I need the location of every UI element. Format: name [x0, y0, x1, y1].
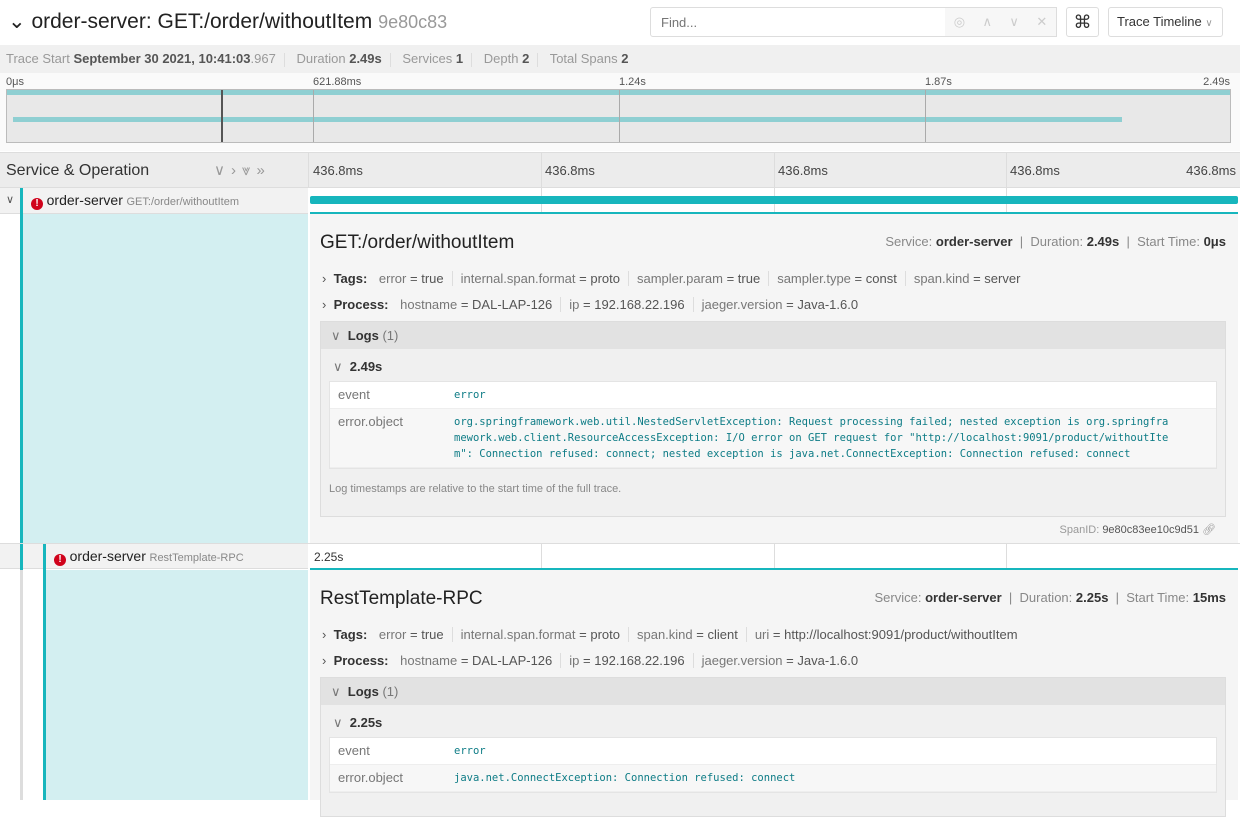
chevron-right-icon[interactable]: ›: [322, 271, 326, 286]
label: Depth: [483, 51, 519, 66]
span-row[interactable]: ∨ ! order-server GET:/order/withoutItem: [0, 188, 1240, 214]
timeline-tick: 436.8ms: [1186, 163, 1236, 178]
span-detail-title: GET:/order/withoutItem: [320, 232, 515, 253]
minimap-tick: 1.87s: [925, 76, 952, 88]
next-result-icon[interactable]: ∨: [1009, 14, 1019, 30]
services: 1: [455, 51, 464, 66]
minimap-canvas[interactable]: [6, 89, 1231, 143]
span-operation: GET:/order/withoutItem: [126, 196, 240, 208]
collapse-all-icon[interactable]: »: [256, 162, 270, 179]
span-meta: Service: order-server | Duration: 2.25s …: [874, 590, 1226, 605]
locate-icon[interactable]: ◎: [954, 14, 965, 30]
timeline-tick: 436.8ms: [313, 163, 363, 178]
minimap-scrubber[interactable]: [221, 90, 223, 142]
span-bar[interactable]: [310, 196, 1238, 204]
log-entry-toggle[interactable]: ∨ 2.25s: [321, 705, 1225, 731]
span-detail: GET:/order/withoutItem Service: order-se…: [310, 212, 1238, 544]
log-entry-toggle[interactable]: ∨ 2.49s: [321, 349, 1225, 375]
span-operation: RestTemplate-RPC: [149, 552, 244, 564]
minimap-tick: 2.49s: [1203, 76, 1230, 88]
minimap-span-bar: [13, 117, 1122, 122]
keyboard-shortcuts-button[interactable]: ⌘: [1066, 7, 1099, 37]
span-bar-label: 2.25s: [314, 550, 344, 564]
depth: 2: [522, 51, 530, 66]
minimap-tick: 621.88ms: [313, 76, 362, 88]
trace-summary: Trace Start September 30 2021, 10:41:03.…: [0, 45, 1240, 73]
trace-title[interactable]: ⌄ order-server: GET:/order/withoutItem 9…: [8, 9, 447, 34]
label: Duration: [296, 51, 346, 66]
span-detail: RestTemplate-RPC Service: order-server |…: [310, 568, 1238, 817]
link-icon[interactable]: 🔗︎: [1202, 524, 1216, 536]
error-icon: !: [31, 198, 43, 210]
timeline-tick: 436.8ms: [1010, 163, 1060, 178]
chevron-right-icon[interactable]: ›: [322, 297, 326, 312]
view-label: Trace Timeline: [1117, 14, 1202, 29]
log-note: Log timestamps are relative to the start…: [329, 483, 622, 495]
logs-section: ∨ Logs (1) ∨ 2.49s event error error.obje…: [320, 321, 1226, 517]
tags-section[interactable]: › Tags: error = true internal.span.format…: [322, 627, 1026, 642]
tags-section[interactable]: › Tags: error = true internal.span.format…: [322, 271, 1028, 286]
process-section[interactable]: › Process: hostname = DAL-LAP-126 ip = 19…: [322, 653, 866, 668]
span-meta: Service: order-server | Duration: 2.49s …: [885, 234, 1226, 249]
chevron-down-icon[interactable]: ∨: [6, 193, 14, 206]
expand-all-icon[interactable]: ⩔: [242, 162, 256, 179]
expand-one-icon[interactable]: ›: [231, 162, 242, 179]
trace-name: order-server: GET:/order/withoutItem: [31, 10, 373, 33]
collapse-one-icon[interactable]: ∨: [214, 162, 231, 179]
chevron-right-icon[interactable]: ›: [322, 627, 326, 642]
duration: 2.49s: [349, 51, 382, 66]
minimap-tick: 0μs: [6, 76, 24, 88]
logs-toggle[interactable]: ∨ Logs (1): [321, 322, 1225, 349]
chevron-right-icon[interactable]: ›: [322, 653, 326, 668]
error-icon: !: [54, 554, 66, 566]
span-service: order-server: [46, 192, 123, 208]
minimap-tick: 1.24s: [619, 76, 646, 88]
timeline-header: Service & Operation ∨›⩔» 436.8ms 436.8ms…: [0, 152, 1240, 189]
prev-result-icon[interactable]: ∧: [982, 14, 992, 30]
column-header: Service & Operation: [6, 162, 150, 179]
chevron-down-icon: ∨: [1205, 18, 1213, 29]
clear-icon[interactable]: ✕: [1036, 14, 1047, 30]
collapse-chevron-icon[interactable]: ⌄: [8, 10, 26, 33]
logs-toggle[interactable]: ∨ Logs (1): [321, 678, 1225, 705]
expand-collapse-controls[interactable]: ∨›⩔»: [214, 161, 271, 179]
log-fields: event error error.object org.springframewo…: [329, 381, 1217, 469]
trace-start: September 30 2021, 10:41:03: [73, 51, 251, 66]
find-controls: ◎ ∧ ∨ ✕: [945, 7, 1057, 37]
find-input[interactable]: [650, 7, 946, 37]
trace-header: ⌄ order-server: GET:/order/withoutItem 9…: [0, 0, 1240, 45]
label: Total Spans: [549, 51, 618, 66]
log-fields: event error error.object java.net.ConnectE…: [329, 737, 1217, 793]
span-service: order-server: [69, 548, 146, 564]
total-spans: 2: [621, 51, 629, 66]
trace-start-ms: .967: [250, 51, 276, 66]
timeline-tick: 436.8ms: [545, 163, 595, 178]
span-id: SpanID: 9e80c83ee10c9d51 🔗︎: [1059, 524, 1217, 536]
logs-section: ∨ Logs (1) ∨ 2.25s event error error.obje…: [320, 677, 1226, 817]
label: Trace Start: [6, 51, 70, 66]
span-row[interactable]: ! order-server RestTemplate-RPC 2.25s: [0, 543, 1240, 570]
span-detail-title: RestTemplate-RPC: [320, 588, 483, 609]
timeline-tick: 436.8ms: [778, 163, 828, 178]
label: Services: [402, 51, 453, 66]
view-selector[interactable]: Trace Timeline ∨: [1108, 7, 1223, 37]
trace-id: 9e80c83: [378, 12, 448, 32]
process-section[interactable]: › Process: hostname = DAL-LAP-126 ip = 19…: [322, 297, 866, 312]
